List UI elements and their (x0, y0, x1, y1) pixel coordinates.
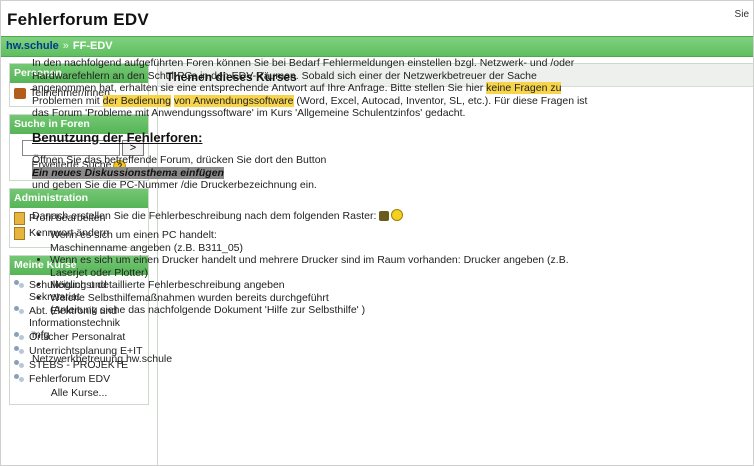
course-icon (14, 359, 25, 370)
page-header: Fehlerforum EDV Sie (1, 1, 753, 35)
list-item-text: Welche Selbsthilfemaßnahmen wurden berei… (50, 291, 329, 304)
course-label[interactable]: Fehlerforum EDV (29, 373, 110, 385)
list-item-subtext: Maschinenname angeben (z.B. B311_05) (50, 241, 244, 254)
highlight-text: keine Fragen zu (486, 82, 562, 94)
header-login-text[interactable]: Sie (735, 9, 749, 20)
section-title: Benutzung der Fehlerforen: (32, 129, 203, 145)
course-item[interactable]: Fehlerforum EDV (14, 373, 144, 385)
all-courses-link[interactable]: Alle Kurse... (14, 387, 144, 399)
list-item-subtext: (Anleitung siehe das nachfolgende Dokume… (50, 304, 366, 316)
button-name-highlight: Ein neues Diskussionsthema einfügen (32, 166, 224, 179)
page-frame: Fehlerforum EDV Sie hw.schule» FF-EDV Per… (0, 0, 754, 466)
site-title: Fehlerforum EDV (7, 10, 149, 29)
instruction-line: und geben Sie die PC-Nummer /die Drucker… (32, 179, 317, 191)
course-icon (14, 373, 25, 384)
signoff: mfg (32, 328, 50, 341)
instruction-line: Öffnen Sie das betreffende Forum, drücke… (32, 154, 327, 166)
list-item-text: Möglichst detaillierte Fehlerbeschreibun… (50, 279, 285, 291)
breadcrumb-home-link[interactable]: hw.schule (6, 40, 59, 52)
breadcrumb: hw.schule» FF-EDV (6, 40, 113, 52)
list-item: Möglichst detaillierte Fehlerbeschreibun… (50, 279, 592, 292)
raster-text: Danach erstellen Sie die Fehlerbeschreib… (32, 209, 377, 222)
navigation-bar: hw.schule» FF-EDV (1, 36, 753, 57)
list-item: Wenn es sich um einen PC handelt:Maschin… (50, 229, 592, 254)
list-item-text: Wenn es sich um einen Drucker handelt un… (50, 254, 569, 279)
highlight-text: von Anwendungssoftware (173, 94, 294, 107)
smiley-icon (391, 208, 404, 221)
breadcrumb-current: FF-EDV (72, 40, 113, 52)
intro-text: Problemen mit (32, 94, 103, 107)
list-item: Wenn es sich um einen Drucker handelt un… (50, 254, 592, 279)
raster-line: Danach erstellen Sie die Fehlerbeschreib… (32, 208, 592, 225)
list-item-text: Wenn es sich um einen PC handelt: (50, 229, 217, 241)
profile-icon (14, 212, 25, 225)
list-item: Welche Selbsthilfemaßnahmen wurden berei… (50, 292, 592, 317)
people-icon (14, 88, 26, 99)
highlight-text: der Bedienung (102, 94, 171, 107)
error-description-list: Wenn es sich um einen PC handelt:Maschin… (32, 229, 592, 317)
breadcrumb-separator: » (62, 40, 69, 52)
topic-summary: In den nachfolgend aufgeführten Foren kö… (32, 57, 592, 366)
course-icon (14, 305, 25, 316)
course-icon (14, 331, 25, 342)
figure-emoticon-icon (379, 210, 390, 221)
key-icon (14, 227, 25, 240)
course-icon (14, 345, 25, 356)
instruction-button-name: Ein neues Diskussionsthema einfügen (32, 166, 592, 180)
intro-paragraph: In den nachfolgend aufgeführten Foren kö… (32, 57, 592, 120)
signature: Netzwerkbetreuung hw.schule (32, 353, 173, 365)
course-icon (14, 279, 25, 290)
